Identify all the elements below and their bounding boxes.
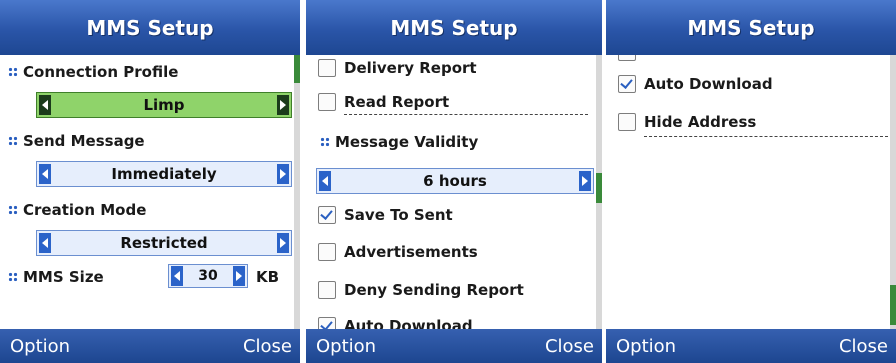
connection-profile-selector[interactable]: Limp: [36, 92, 292, 118]
option-softkey[interactable]: Option: [10, 336, 70, 357]
checkbox-icon[interactable]: [618, 113, 636, 131]
checkbox-checked-icon[interactable]: [318, 206, 336, 224]
arrow-left-icon[interactable]: [39, 233, 51, 253]
arrow-right-icon[interactable]: [233, 266, 245, 286]
save-to-sent-option[interactable]: Save To Sent: [318, 206, 453, 224]
mms-setup-screen-3: MMS Setup Auto Download Hide Address Opt…: [606, 0, 896, 363]
mms-setup-screen-2: MMS Setup Delivery Report Read Report Me…: [306, 0, 602, 363]
mms-size-unit: KB: [256, 268, 280, 286]
checkbox-checked-icon[interactable]: [318, 317, 336, 329]
screenshot-stage: MMS Setup Connection Profile Limp Send M…: [0, 0, 896, 363]
delivery-report-option[interactable]: Delivery Report: [318, 59, 477, 77]
screen-title: MMS Setup: [306, 0, 602, 55]
connection-profile-label: Connection Profile: [8, 63, 178, 81]
arrow-left-icon[interactable]: [319, 171, 331, 191]
checkbox-icon[interactable]: [318, 59, 336, 77]
scrollbar[interactable]: [294, 55, 300, 329]
scrollbar-thumb[interactable]: [294, 55, 300, 83]
read-report-option[interactable]: Read Report: [318, 93, 449, 111]
focus-indicator: [644, 136, 888, 137]
arrow-left-icon[interactable]: [39, 95, 51, 115]
checkbox-icon[interactable]: [318, 93, 336, 111]
arrow-right-icon[interactable]: [277, 233, 289, 253]
mms-size-value: 30: [198, 268, 218, 284]
grip-icon: [320, 137, 330, 147]
softkey-bar: Option Close: [306, 329, 602, 363]
softkey-bar: Option Close: [606, 329, 896, 363]
creation-mode-value: Restricted: [120, 234, 208, 252]
deny-sending-report-option[interactable]: Deny Sending Report: [318, 281, 524, 299]
send-message-value: Immediately: [111, 165, 217, 183]
settings-list: Auto Download Hide Address: [606, 55, 896, 329]
deny-sending-report-option[interactable]: [618, 55, 644, 61]
scrollbar[interactable]: [596, 55, 602, 329]
checkbox-icon[interactable]: [618, 55, 636, 61]
grip-icon: [8, 67, 18, 77]
grip-icon: [8, 205, 18, 215]
settings-list: Delivery Report Read Report Message Vali…: [306, 55, 602, 329]
scrollbar-thumb[interactable]: [596, 173, 602, 203]
grip-icon: [8, 136, 18, 146]
close-softkey[interactable]: Close: [545, 336, 594, 357]
message-validity-selector[interactable]: 6 hours: [316, 168, 594, 194]
connection-profile-value: Limp: [143, 96, 185, 114]
arrow-left-icon[interactable]: [39, 164, 51, 184]
hide-address-option[interactable]: Hide Address: [618, 113, 756, 131]
focus-indicator: [344, 114, 588, 115]
arrow-left-icon[interactable]: [171, 266, 183, 286]
checkbox-checked-icon[interactable]: [618, 75, 636, 93]
message-validity-label: Message Validity: [320, 133, 478, 151]
checkbox-icon[interactable]: [318, 243, 336, 261]
mms-size-label: MMS Size: [8, 268, 104, 286]
send-message-selector[interactable]: Immediately: [36, 161, 292, 187]
mms-size-stepper[interactable]: 30: [168, 264, 248, 288]
creation-mode-label: Creation Mode: [8, 201, 146, 219]
grip-icon: [8, 272, 18, 282]
arrow-right-icon[interactable]: [277, 95, 289, 115]
mms-setup-screen-1: MMS Setup Connection Profile Limp Send M…: [0, 0, 300, 363]
auto-download-option[interactable]: Auto Download: [318, 317, 473, 329]
creation-mode-selector[interactable]: Restricted: [36, 230, 292, 256]
settings-list: Connection Profile Limp Send Message Imm…: [0, 55, 300, 329]
close-softkey[interactable]: Close: [839, 336, 888, 357]
arrow-right-icon[interactable]: [579, 171, 591, 191]
checkbox-icon[interactable]: [318, 281, 336, 299]
message-validity-value: 6 hours: [423, 172, 487, 190]
scrollbar[interactable]: [890, 55, 896, 329]
screen-title: MMS Setup: [0, 0, 300, 55]
option-softkey[interactable]: Option: [316, 336, 376, 357]
send-message-label: Send Message: [8, 132, 145, 150]
option-softkey[interactable]: Option: [616, 336, 676, 357]
auto-download-option[interactable]: Auto Download: [618, 75, 773, 93]
advertisements-option[interactable]: Advertisements: [318, 243, 478, 261]
close-softkey[interactable]: Close: [243, 336, 292, 357]
softkey-bar: Option Close: [0, 329, 300, 363]
scrollbar-thumb[interactable]: [890, 285, 896, 325]
screen-title: MMS Setup: [606, 0, 896, 55]
arrow-right-icon[interactable]: [277, 164, 289, 184]
